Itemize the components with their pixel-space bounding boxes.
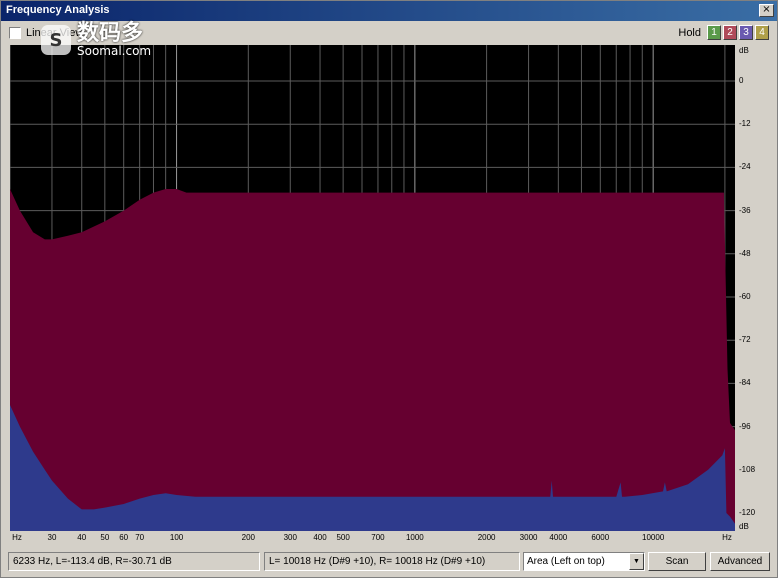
y-tick-label: -108 — [739, 464, 756, 474]
dropdown-arrow-icon[interactable]: ▼ — [629, 553, 644, 570]
y-tick-label: 0 — [739, 76, 744, 85]
x-tick-label: 10000 — [642, 533, 665, 542]
x-tick-label: 100 — [169, 533, 184, 542]
x-unit-label-left: Hz — [12, 533, 22, 542]
x-tick-label: 200 — [241, 533, 255, 542]
x-tick-label: 1000 — [405, 533, 424, 542]
hold-label: Hold — [678, 26, 701, 39]
view-mode-value: Area (Left on top) — [527, 556, 605, 567]
x-tick-label: 70 — [135, 533, 145, 542]
hold-button-3[interactable]: 3 — [739, 25, 753, 40]
y-tick-label: -48 — [739, 248, 751, 258]
x-tick-label: 2000 — [477, 533, 496, 542]
frequency-analysis-window: Frequency Analysis × Linear View Hold 1 … — [0, 0, 778, 578]
x-tick-label: 50 — [100, 533, 110, 542]
y-tick-label: -60 — [739, 292, 751, 301]
x-tick-label: 6000 — [591, 533, 610, 542]
linear-view-label: Linear View — [26, 27, 84, 39]
y-tick-label: -36 — [739, 205, 751, 215]
title-bar[interactable]: Frequency Analysis × — [1, 1, 777, 21]
scan-button[interactable]: Scan — [648, 552, 706, 571]
hold-button-1[interactable]: 1 — [707, 25, 721, 40]
y-tick-label: -120 — [739, 508, 756, 517]
hold-button-2[interactable]: 2 — [723, 25, 737, 40]
x-tick-label: 700 — [371, 533, 385, 542]
spectrum-svg — [10, 45, 735, 531]
linear-view-toggle[interactable]: Linear View — [9, 25, 83, 41]
y-tick-label: -12 — [739, 119, 751, 129]
x-tick-label: 4000 — [549, 533, 568, 542]
watermark-cn: 数码多 — [77, 21, 144, 46]
y-tick-label: -24 — [739, 162, 751, 172]
view-mode-select[interactable]: Area (Left on top) ▼ — [523, 552, 645, 571]
x-tick-label: 60 — [119, 533, 129, 542]
y-axis: dB dB 0 -12 -24 -36 -48 -60 -72 -84 -96 -108 -120 — [735, 45, 773, 531]
x-axis: Hz Hz 30 40 50 60 70 100 200 300 400 500 700 1000 20… — [10, 531, 735, 545]
x-tick-label: 400 — [313, 533, 327, 542]
window-title: Frequency Analysis — [6, 4, 110, 16]
status-bar: 6233 Hz, L=-113.4 dB, R=-30.71 dB L= 100… — [6, 550, 772, 574]
hold-button-4[interactable]: 4 — [755, 25, 769, 40]
plot-series — [10, 189, 735, 531]
series-area-1 — [10, 189, 735, 531]
cursor-readout: 6233 Hz, L=-113.4 dB, R=-30.71 dB — [8, 552, 260, 571]
x-tick-label: 30 — [47, 533, 57, 542]
x-tick-label: 40 — [77, 533, 87, 542]
x-tick-label: 300 — [283, 533, 297, 542]
y-tick-label: -84 — [739, 378, 751, 388]
peak-readout: L= 10018 Hz (D#9 +10), R= 10018 Hz (D#9 … — [264, 552, 520, 571]
hold-controls: Hold 1 2 3 4 — [678, 25, 769, 40]
spectrum-plot[interactable] — [10, 45, 735, 531]
y-unit-label-bottom: dB — [739, 522, 749, 531]
linear-view-checkbox[interactable] — [9, 27, 21, 39]
x-unit-label-right: Hz — [722, 533, 732, 542]
y-tick-label: -96 — [739, 421, 751, 431]
y-unit-label-top: dB — [739, 46, 749, 55]
advanced-button[interactable]: Advanced — [710, 552, 770, 571]
y-tick-label: -72 — [739, 335, 751, 345]
close-button[interactable]: × — [759, 4, 774, 17]
x-tick-label: 3000 — [519, 533, 538, 542]
x-tick-label: 500 — [336, 533, 350, 542]
